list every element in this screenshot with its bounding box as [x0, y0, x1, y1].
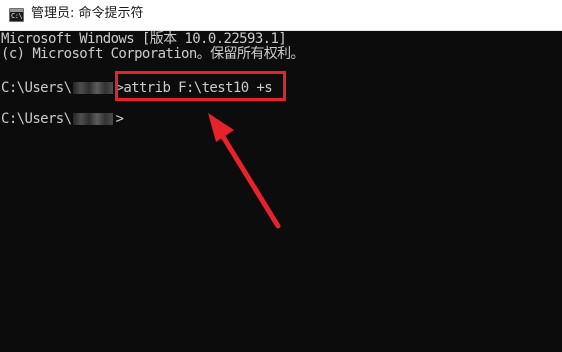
console-output[interactable]: Microsoft Windows [版本 10.0.22593.1] (c) … — [0, 31, 562, 352]
cmd-icon: C:\ — [9, 8, 24, 22]
command-highlight-box — [115, 71, 286, 101]
cmd-icon-glyph: C:\ — [11, 12, 23, 20]
redacted-username — [73, 82, 114, 94]
window-title: 管理员: 命令提示符 — [31, 6, 144, 21]
prompt-prefix: C:\Users\ — [1, 80, 72, 96]
title-bar[interactable]: C:\ 管理员: 命令提示符 — [0, 0, 562, 31]
current-prompt-line[interactable]: C:\Users\ > — [1, 111, 124, 128]
prompt-prefix-2: C:\Users\ — [1, 111, 72, 127]
copyright-line: (c) Microsoft Corporation。保留所有权利。 — [1, 46, 305, 62]
redacted-username-2 — [73, 113, 114, 125]
prompt-suffix-2: > — [115, 111, 124, 127]
